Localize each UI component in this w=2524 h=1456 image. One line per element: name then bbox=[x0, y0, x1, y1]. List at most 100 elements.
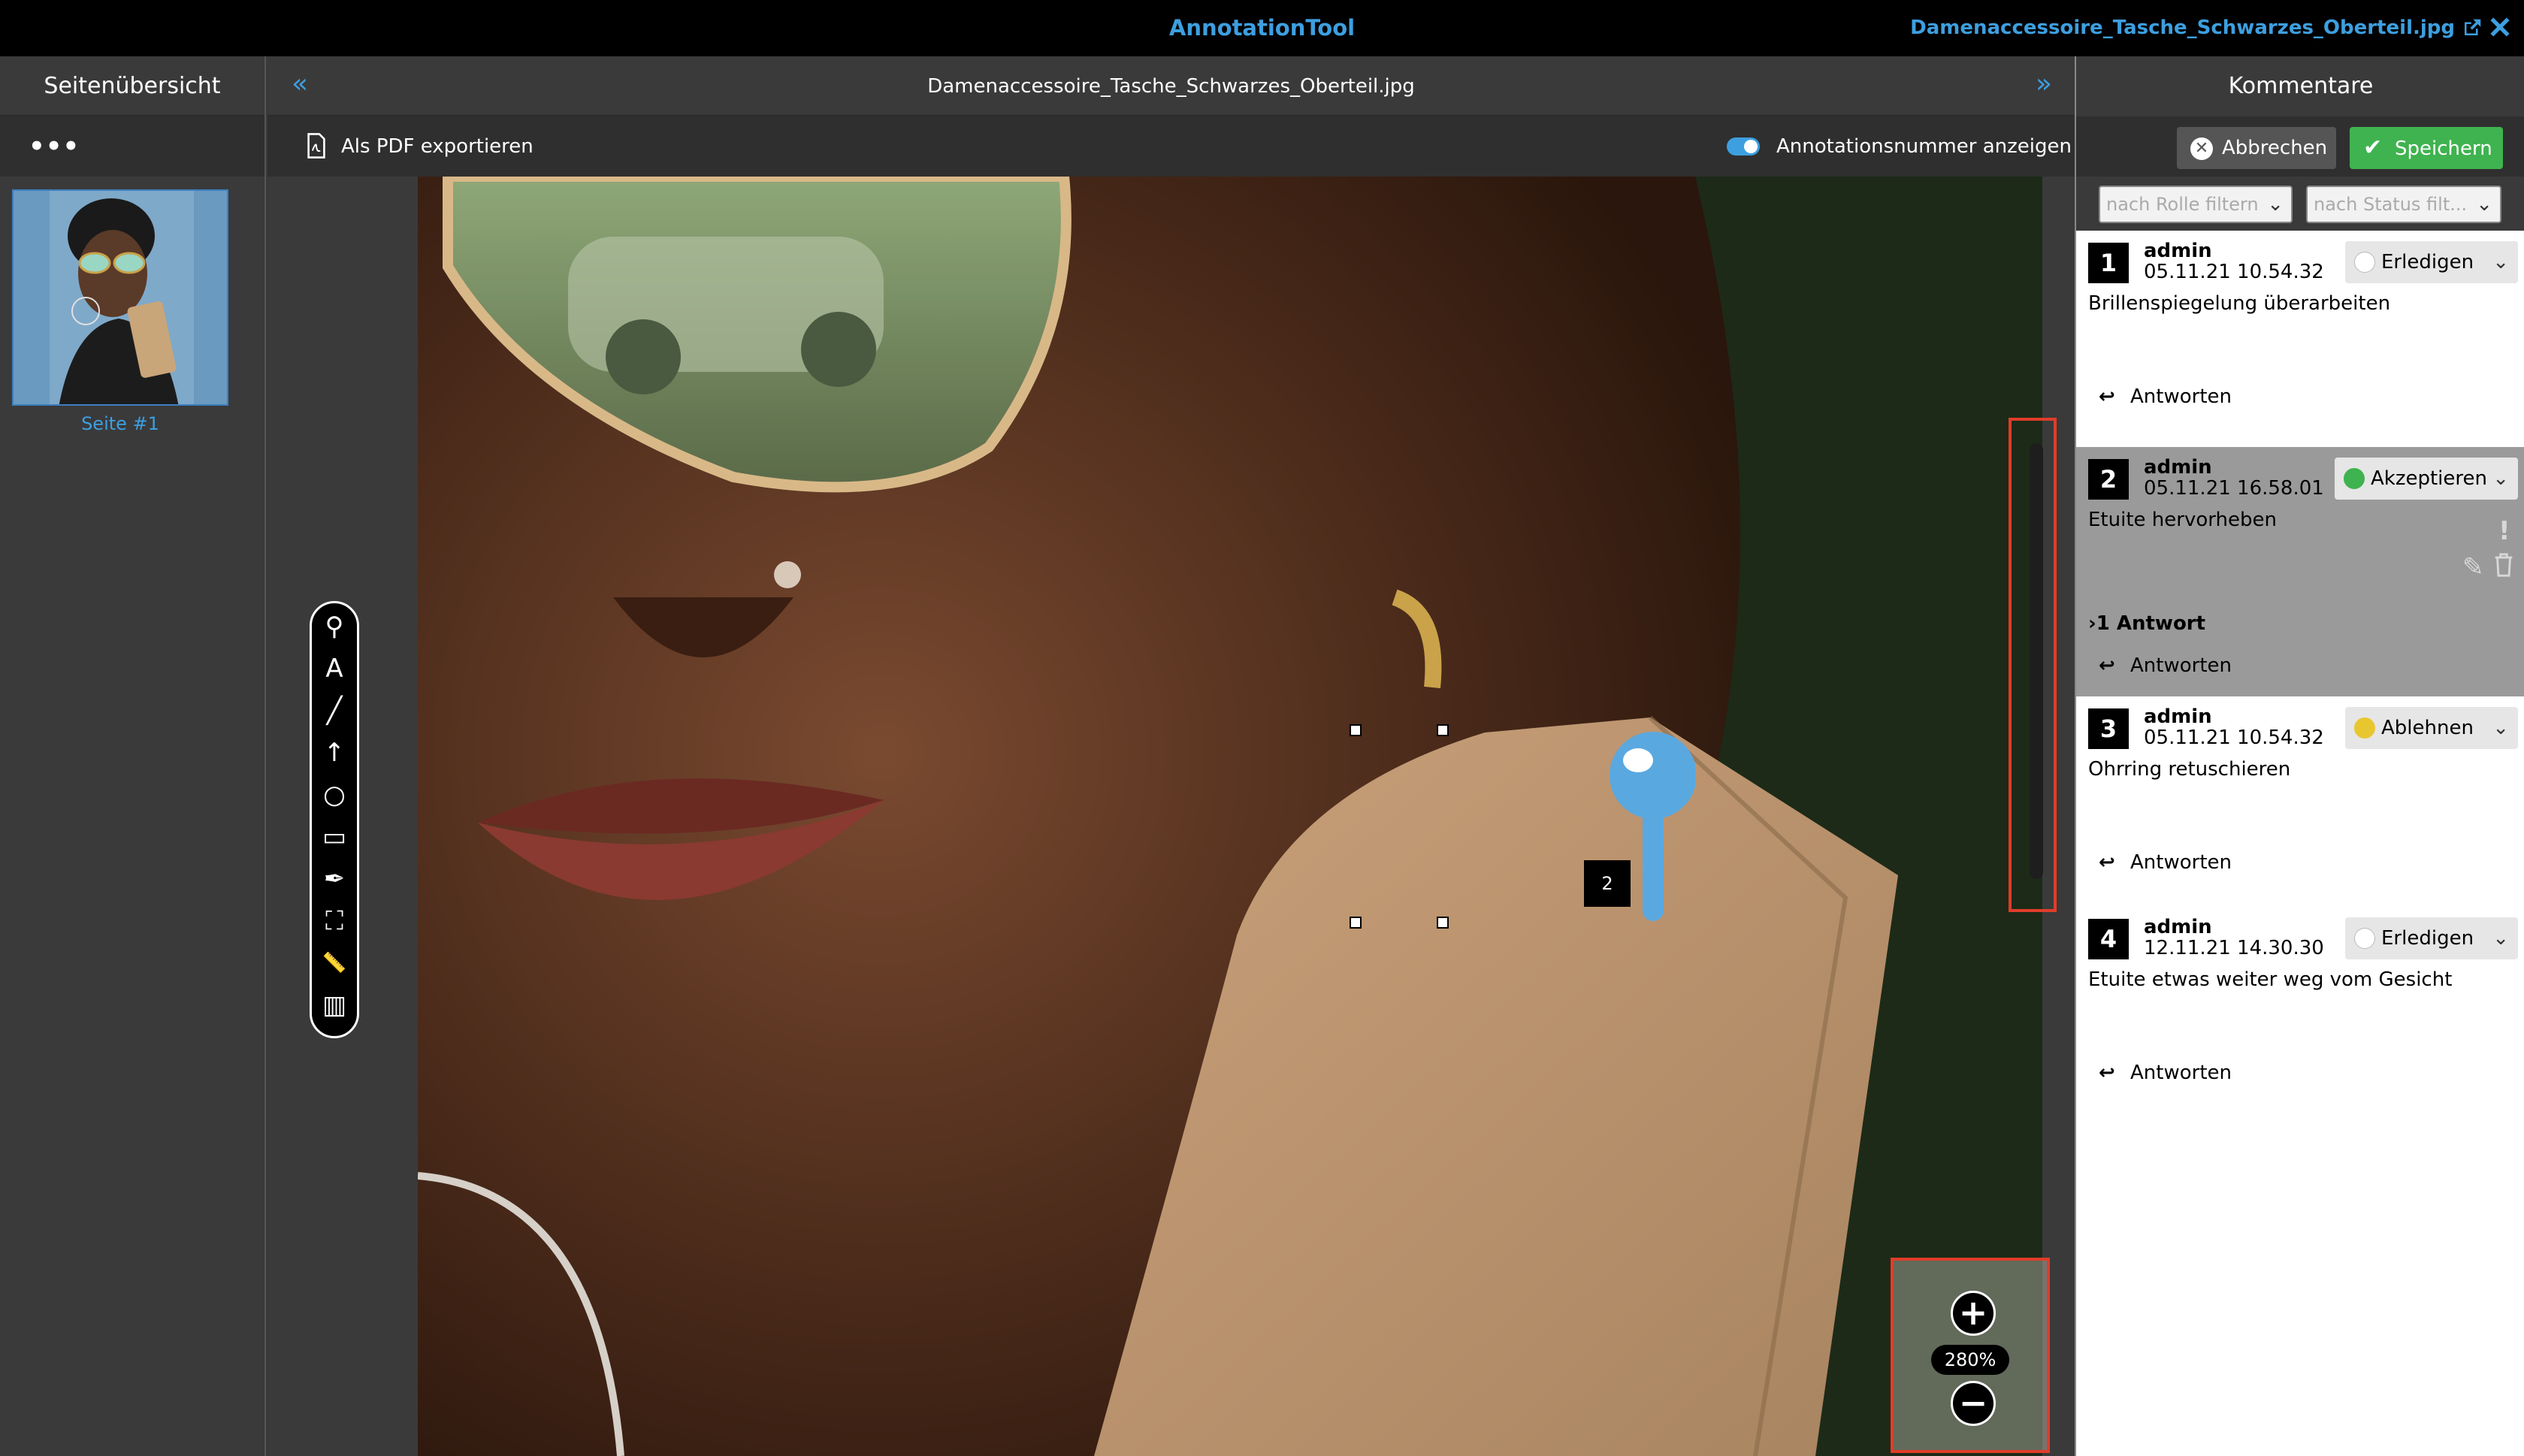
drawing-toolbar: ⚲ A ╱ ↑ ○ ▭ ✒ ⛶ 📏 ▥ bbox=[310, 601, 359, 1038]
document-title: Damenaccessoire_Tasche_Schwarzes_Obertei… bbox=[927, 75, 1415, 98]
reply-label: Antworten bbox=[2130, 385, 2232, 408]
reply-label: Antworten bbox=[2130, 851, 2232, 874]
comment-status-select[interactable]: Erledigen ⌄ bbox=[2345, 241, 2518, 283]
save-button[interactable]: ✔ Speichern bbox=[2350, 127, 2503, 169]
comments-panel: Kommentare ✕ Abbrechen ✔ Speichern nach Ro… bbox=[2075, 56, 2524, 1456]
comment-number: 1 bbox=[2088, 243, 2129, 283]
role-filter-select[interactable]: nach Rolle filtern ⌄ bbox=[2099, 186, 2293, 223]
reply-button[interactable]: ↩ Antworten bbox=[2099, 851, 2232, 874]
chevron-right-icon: › bbox=[2088, 612, 2096, 635]
comment-date: 12.11.21 14.30.30 bbox=[2144, 937, 2324, 959]
comment-author: admin bbox=[2144, 456, 2212, 479]
external-link-icon[interactable] bbox=[2461, 17, 2483, 39]
pin-tool-icon[interactable]: ⚲ bbox=[312, 608, 357, 645]
pen-tool-icon[interactable]: ✒ bbox=[312, 860, 357, 898]
reply-icon: ↩ bbox=[2099, 654, 2115, 677]
transform-tool-icon[interactable]: ⛶ bbox=[312, 902, 357, 940]
cancel-label: Abbrechen bbox=[2222, 137, 2328, 159]
reply-label: Antworten bbox=[2130, 654, 2232, 677]
top-bar: AnnotationTool Damenaccessoire_Tasche_Sc… bbox=[0, 0, 2524, 56]
comment-number: 2 bbox=[2088, 459, 2129, 500]
status-filter-select[interactable]: nach Status filt... ⌄ bbox=[2306, 186, 2501, 223]
comment-item[interactable]: 1 admin 05.11.21 10.54.32 Erledigen ⌄ Br… bbox=[2076, 231, 2524, 441]
zoom-in-button[interactable]: + bbox=[1951, 1291, 1996, 1336]
page-overview-title: Seitenübersicht bbox=[0, 56, 264, 116]
comments-toolbar: ✕ Abbrechen ✔ Speichern bbox=[2076, 116, 2524, 177]
text-tool-icon[interactable]: A bbox=[312, 650, 357, 687]
comment-item[interactable]: 3 admin 05.11.21 10.54.32 Ablehnen ⌄ Ohr… bbox=[2076, 696, 2524, 907]
role-filter-label: nach Rolle filtern bbox=[2106, 194, 2259, 215]
reply-button[interactable]: ↩ Antworten bbox=[2099, 654, 2232, 677]
arrow-tool-icon[interactable]: ↑ bbox=[312, 734, 357, 772]
export-pdf-button[interactable]: Als PDF exportieren bbox=[341, 116, 534, 177]
annotation-pin-icon[interactable] bbox=[1605, 714, 1695, 939]
toggle-knob bbox=[1744, 140, 1758, 153]
chevron-down-icon: ⌄ bbox=[2267, 193, 2284, 216]
edit-icon[interactable]: ✎ bbox=[2462, 552, 2484, 582]
page-overview-panel: Seitenübersicht ••• Seite #1 bbox=[0, 56, 266, 1456]
comments-title: Kommentare bbox=[2076, 56, 2524, 116]
selection-handle-bottom-left[interactable] bbox=[1350, 917, 1362, 929]
chevron-down-icon: ⌄ bbox=[2492, 467, 2509, 490]
page-thumbnail[interactable] bbox=[12, 189, 228, 406]
more-options-icon[interactable]: ••• bbox=[29, 131, 80, 162]
comment-item[interactable]: 2 admin 05.11.21 16.58.01 Akzeptieren ⌄ … bbox=[2076, 447, 2524, 696]
selection-handle-top-left[interactable] bbox=[1350, 724, 1362, 736]
trash-icon[interactable] bbox=[2492, 552, 2515, 578]
comment-date: 05.11.21 16.58.01 bbox=[2144, 477, 2324, 500]
comment-item[interactable]: 4 admin 12.11.21 14.30.30 Erledigen ⌄ Et… bbox=[2076, 907, 2524, 1117]
comment-status-select[interactable]: Ablehnen ⌄ bbox=[2345, 707, 2518, 749]
replies-toggle[interactable]: ›1 Antwort bbox=[2088, 612, 2205, 635]
file-title[interactable]: Damenaccessoire_Tasche_Schwarzes_Obertei… bbox=[1910, 0, 2455, 56]
status-label: Akzeptieren bbox=[2371, 467, 2487, 490]
status-dot bbox=[2354, 717, 2375, 739]
selection-handle-top-right[interactable] bbox=[1437, 724, 1449, 736]
library-tool-icon[interactable]: ▥ bbox=[312, 986, 357, 1024]
priority-icon[interactable]: ! bbox=[2498, 516, 2510, 546]
document-image[interactable] bbox=[418, 177, 2042, 1456]
photo-content bbox=[418, 177, 2042, 1456]
zoom-out-button[interactable]: − bbox=[1951, 1381, 1996, 1426]
comment-text: Etuite hervorheben bbox=[2088, 509, 2277, 531]
status-filter-label: nach Status filt... bbox=[2314, 194, 2468, 215]
chevron-down-icon: ⌄ bbox=[2476, 193, 2492, 216]
check-icon: ✔ bbox=[2363, 134, 2383, 161]
page-overview-toolbar: ••• bbox=[0, 116, 264, 177]
circle-tool-icon[interactable]: ○ bbox=[312, 776, 357, 814]
comment-status-select[interactable]: Erledigen ⌄ bbox=[2345, 917, 2518, 959]
zoom-level: 280% bbox=[1931, 1345, 2009, 1375]
selection-handle-bottom-right[interactable] bbox=[1437, 917, 1449, 929]
document-header: Damenaccessoire_Tasche_Schwarzes_Obertei… bbox=[268, 56, 2075, 116]
chevron-down-icon: ⌄ bbox=[2492, 717, 2509, 739]
cancel-icon: ✕ bbox=[2190, 137, 2213, 160]
chevron-down-icon: ⌄ bbox=[2492, 251, 2509, 273]
chevron-down-icon: ⌄ bbox=[2492, 927, 2509, 950]
comment-author: admin bbox=[2144, 240, 2212, 262]
document-toolbar: Als PDF exportieren Annotationsnummer an… bbox=[268, 116, 2075, 177]
annotation-number-label: Annotationsnummer anzeigen bbox=[1776, 135, 2072, 158]
comment-text: Ohrring retuschieren bbox=[2088, 758, 2291, 781]
ruler-tool-icon[interactable]: 📏 bbox=[312, 944, 357, 982]
zoom-control: + 280% − bbox=[1891, 1258, 2050, 1453]
rectangle-tool-icon[interactable]: ▭ bbox=[312, 818, 357, 856]
page-thumbnail-label[interactable]: Seite #1 bbox=[0, 413, 240, 434]
comment-date: 05.11.21 10.54.32 bbox=[2144, 261, 2324, 283]
comment-status-select[interactable]: Akzeptieren ⌄ bbox=[2335, 458, 2518, 500]
cancel-button[interactable]: ✕ Abbrechen bbox=[2177, 127, 2336, 169]
reply-label: Antworten bbox=[2130, 1062, 2232, 1084]
pdf-icon[interactable] bbox=[307, 133, 326, 159]
comment-text: Etuite etwas weiter weg vom Gesicht bbox=[2088, 968, 2453, 991]
image-canvas[interactable]: 2 + 280% − bbox=[268, 177, 2075, 1456]
reply-icon: ↩ bbox=[2099, 385, 2115, 408]
reply-icon: ↩ bbox=[2099, 1062, 2115, 1084]
annotation-number-toggle[interactable] bbox=[1727, 137, 1760, 156]
reply-button[interactable]: ↩ Antworten bbox=[2099, 385, 2232, 408]
collapse-left-icon[interactable]: « bbox=[292, 68, 308, 99]
status-label: Erledigen bbox=[2381, 251, 2474, 273]
close-icon[interactable] bbox=[2488, 15, 2512, 39]
reply-button[interactable]: ↩ Antworten bbox=[2099, 1062, 2232, 1084]
comment-number: 4 bbox=[2088, 919, 2129, 959]
collapse-right-icon[interactable]: » bbox=[2036, 68, 2052, 99]
line-tool-icon[interactable]: ╱ bbox=[312, 692, 357, 730]
reply-icon: ↩ bbox=[2099, 851, 2115, 874]
